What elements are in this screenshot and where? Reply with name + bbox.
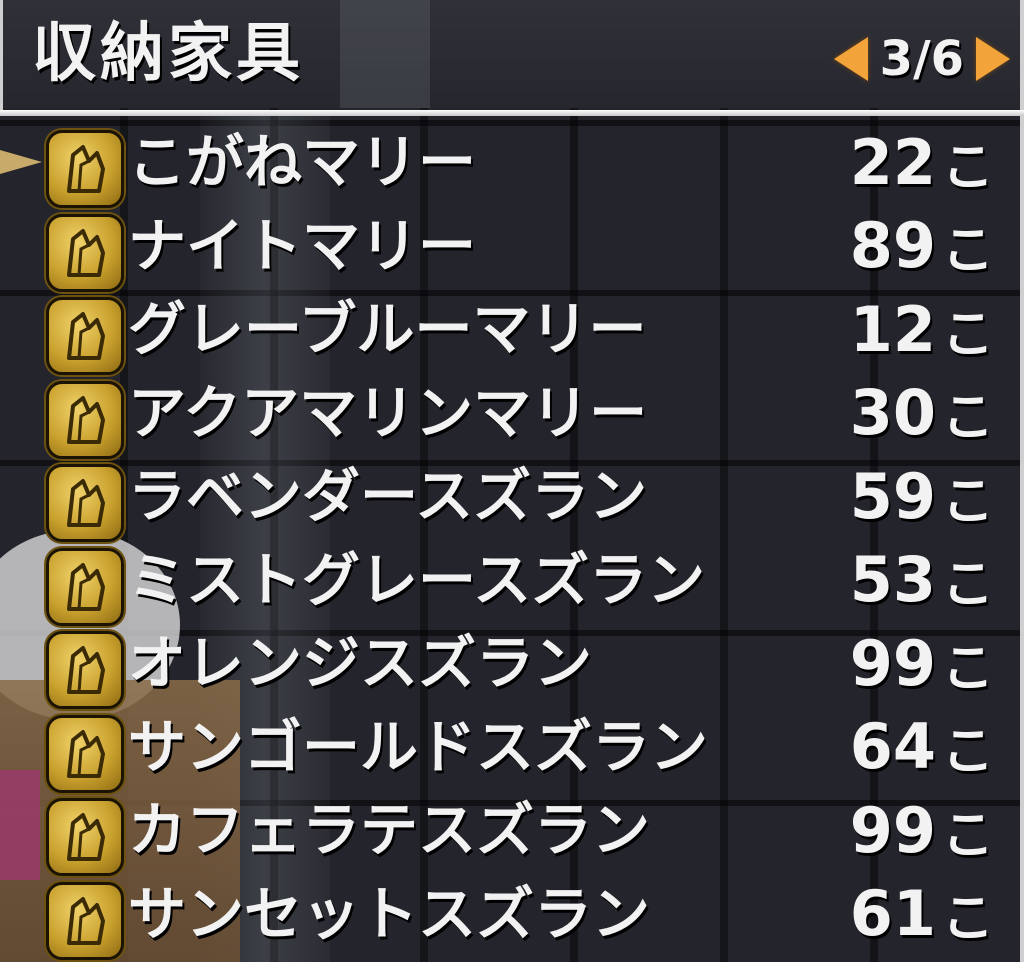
item-quantity: 59 こ	[850, 454, 994, 538]
quantity-unit: こ	[941, 137, 994, 198]
item-name: ミストグレースズラン	[128, 545, 706, 614]
page-indicator: 3/6	[879, 31, 964, 87]
item-row[interactable]: サンセットスズラン 61 こ	[0, 872, 1024, 960]
item-quantity: 99 こ	[850, 621, 994, 705]
storage-furniture-window: 収納家具 3/6 こがねマリー 22 こナイトマリー 89 こグレーブルーマリー 12 こア…	[0, 0, 1024, 962]
item-row[interactable]: グレーブルーマリー 12 こ	[0, 287, 1024, 375]
quantity-number: 61	[849, 877, 936, 950]
item-name: こがねマリー	[128, 128, 477, 196]
gold-crystal-item-icon	[46, 714, 124, 793]
item-name: グレーブルーマリー	[128, 295, 647, 363]
item-row[interactable]: アクアマリンマリー 30 こ	[0, 371, 1024, 459]
quantity-number: 59	[849, 459, 936, 533]
item-name: アクアマリンマリー	[128, 378, 648, 447]
window-header: 収納家具 3/6	[0, 0, 1024, 108]
item-quantity: 61 こ	[850, 872, 994, 956]
quantity-unit: こ	[941, 221, 994, 281]
quantity-number: 64	[849, 710, 936, 783]
quantity-number: 99	[849, 793, 936, 867]
item-name: サンゴールドスズラン	[128, 712, 709, 781]
item-row[interactable]: ラベンダースズラン 59 こ	[0, 454, 1024, 542]
selection-cursor-icon	[0, 150, 42, 174]
gold-crystal-item-icon	[46, 464, 124, 542]
quantity-number: 99	[849, 626, 936, 700]
item-name: ラベンダースズラン	[128, 462, 648, 530]
quantity-unit: こ	[941, 471, 994, 532]
gold-crystal-item-icon	[46, 297, 124, 375]
quantity-number: 30	[849, 376, 936, 449]
quantity-number: 22	[849, 125, 936, 199]
item-name: サンセットスズラン	[128, 879, 651, 948]
gold-crystal-item-icon	[46, 631, 124, 709]
item-row[interactable]: サンゴールドスズラン 64 こ	[0, 705, 1024, 793]
triangle-left-icon[interactable]	[833, 37, 868, 81]
triangle-right-icon[interactable]	[976, 37, 1010, 81]
item-name: カフェラテスズラン	[128, 796, 651, 864]
quantity-unit: こ	[941, 805, 994, 866]
item-quantity: 30 こ	[850, 371, 994, 455]
item-row[interactable]: カフェラテスズラン 99 こ	[0, 788, 1024, 876]
gold-crystal-item-icon	[46, 213, 124, 292]
item-quantity: 12 こ	[850, 287, 994, 371]
quantity-unit: こ	[941, 638, 994, 699]
header-pillar	[340, 0, 430, 108]
page-navigator: 3/6	[833, 28, 1010, 90]
quantity-unit: こ	[941, 889, 994, 949]
item-quantity: 99 こ	[850, 788, 994, 872]
item-quantity: 22 こ	[850, 120, 994, 204]
window-frame-left	[0, 0, 3, 110]
item-name: オレンジスズラン	[128, 629, 593, 697]
gold-crystal-item-icon	[46, 380, 124, 459]
quantity-unit: こ	[941, 388, 994, 448]
item-name: ナイトマリー	[128, 211, 477, 280]
item-quantity: 53 こ	[850, 538, 994, 622]
gold-crystal-item-icon	[46, 547, 124, 626]
item-quantity: 89 こ	[850, 204, 994, 288]
item-row[interactable]: ナイトマリー 89 こ	[0, 204, 1024, 292]
item-quantity: 64 こ	[850, 705, 994, 789]
header-divider	[0, 110, 1024, 116]
quantity-unit: こ	[941, 722, 994, 782]
quantity-number: 12	[849, 292, 936, 366]
quantity-unit: こ	[941, 304, 994, 365]
gold-crystal-item-icon	[46, 798, 124, 876]
gold-crystal-item-icon	[46, 881, 124, 960]
item-row[interactable]: こがねマリー 22 こ	[0, 120, 1024, 208]
gold-crystal-item-icon	[46, 130, 124, 208]
window-title: 収納家具	[32, 17, 304, 91]
quantity-number: 53	[849, 543, 936, 616]
item-row[interactable]: オレンジスズラン 99 こ	[0, 621, 1024, 709]
item-row[interactable]: ミストグレースズラン 53 こ	[0, 538, 1024, 626]
quantity-unit: こ	[941, 555, 994, 615]
quantity-number: 89	[849, 209, 936, 282]
